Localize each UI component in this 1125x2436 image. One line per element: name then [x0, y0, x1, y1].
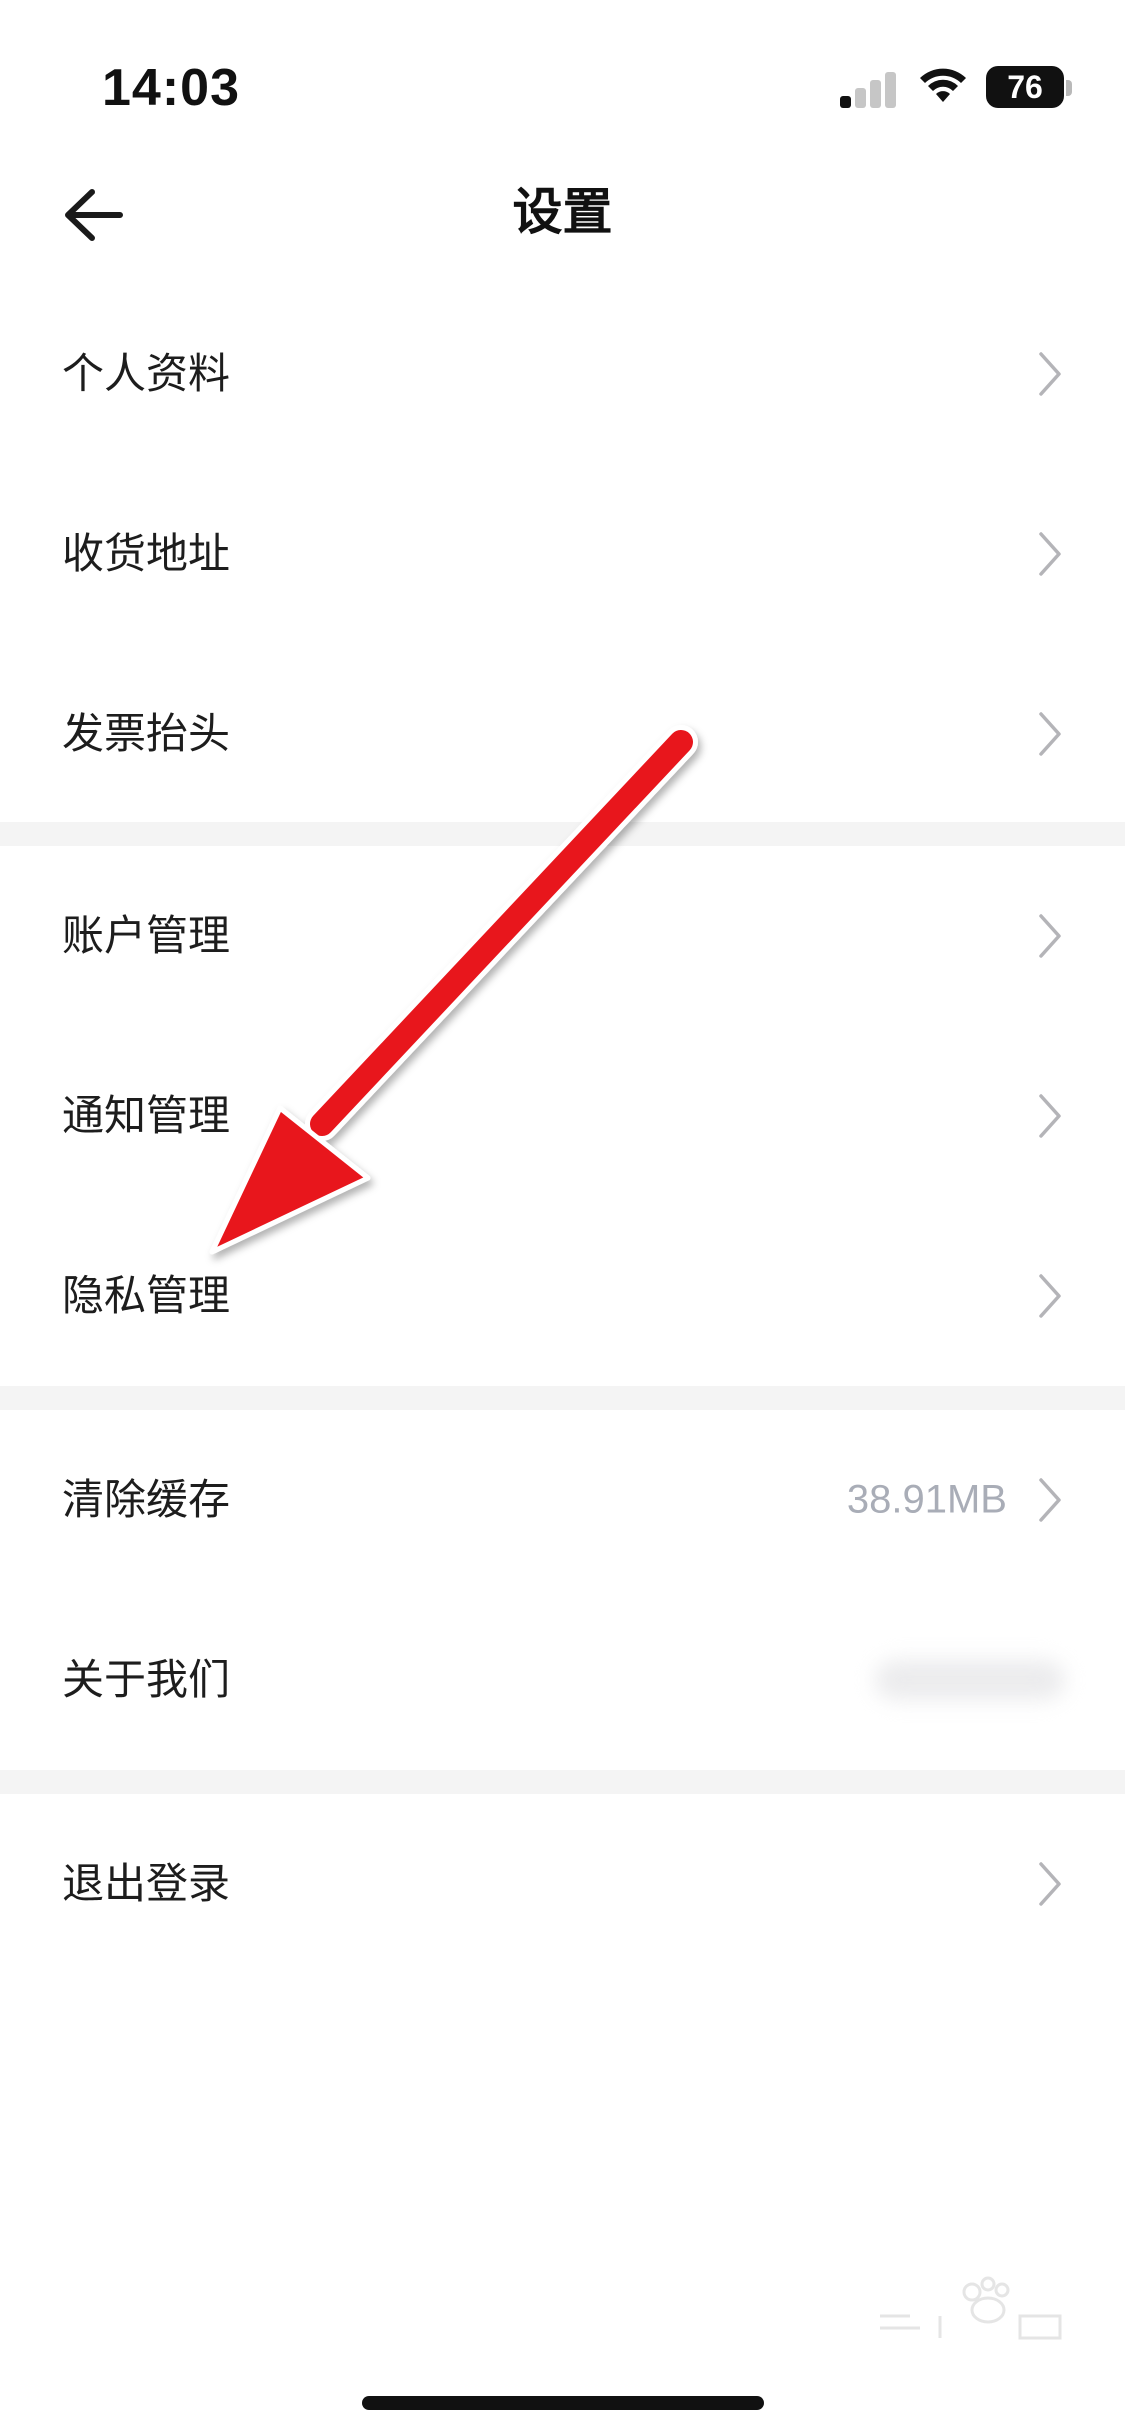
navigation-bar: 设置: [0, 160, 1125, 270]
chevron-right-icon: [1039, 914, 1061, 958]
settings-item-label: 账户管理: [62, 911, 231, 960]
wifi-icon: [920, 68, 966, 102]
chevron-right-icon: [1039, 1862, 1061, 1906]
status-bar: 14:03 76: [0, 0, 1125, 160]
settings-item-label: 发票抬头: [62, 709, 231, 758]
settings-group-logout: 退出登录: [0, 1794, 1125, 1974]
settings-item-about-us[interactable]: 关于我们: [0, 1590, 1125, 1770]
settings-item-label: 隐私管理: [62, 1271, 231, 1320]
settings-item-logout[interactable]: 退出登录: [0, 1794, 1125, 1974]
settings-item-label: 清除缓存: [62, 1475, 231, 1524]
chevron-right-icon: [1039, 1274, 1061, 1318]
chevron-right-icon: [1039, 352, 1061, 396]
settings-group-management: 账户管理 通知管理 隐私管理: [0, 846, 1125, 1386]
settings-item-invoice-title[interactable]: 发票抬头: [0, 644, 1125, 824]
battery-level: 76: [1007, 68, 1043, 105]
settings-group-app: 清除缓存 38.91MB 关于我们: [0, 1410, 1125, 1770]
battery-indicator: 76: [986, 66, 1064, 108]
settings-item-clear-cache[interactable]: 清除缓存 38.91MB: [0, 1410, 1125, 1590]
chevron-right-icon: [1039, 1478, 1061, 1522]
settings-group-profile: 个人资料 收货地址 发票抬头: [0, 284, 1125, 824]
cache-size-value: 38.91MB: [846, 1477, 1007, 1522]
settings-screen: 14:03 76 设置 个人资料 收货地址 发票抬头 账户管理 通知管理 隐私管…: [0, 0, 1125, 2436]
version-value-blurred: [875, 1660, 1065, 1700]
battery-tip: [1066, 80, 1072, 96]
home-indicator[interactable]: [362, 2396, 764, 2410]
status-time: 14:03: [102, 59, 240, 117]
settings-item-profile[interactable]: 个人资料: [0, 284, 1125, 464]
settings-item-label: 个人资料: [62, 349, 231, 398]
settings-item-label: 收货地址: [62, 529, 231, 578]
chevron-right-icon: [1039, 712, 1061, 756]
page-title: 设置: [512, 183, 613, 241]
settings-item-notification-management[interactable]: 通知管理: [0, 1026, 1125, 1206]
settings-item-account-management[interactable]: 账户管理: [0, 846, 1125, 1026]
settings-item-shipping-address[interactable]: 收货地址: [0, 464, 1125, 644]
settings-item-label: 通知管理: [62, 1091, 231, 1140]
section-divider: [0, 1386, 1125, 1410]
settings-item-privacy-management[interactable]: 隐私管理: [0, 1206, 1125, 1386]
settings-item-label: 关于我们: [62, 1655, 231, 1704]
chevron-right-icon: [1039, 1094, 1061, 1138]
section-divider: [0, 822, 1125, 846]
chevron-right-icon: [1039, 532, 1061, 576]
settings-item-label: 退出登录: [62, 1859, 231, 1908]
baidu-jingyan-watermark: [880, 2276, 1062, 2340]
section-divider: [0, 1770, 1125, 1794]
cellular-signal-icon: [840, 68, 898, 108]
